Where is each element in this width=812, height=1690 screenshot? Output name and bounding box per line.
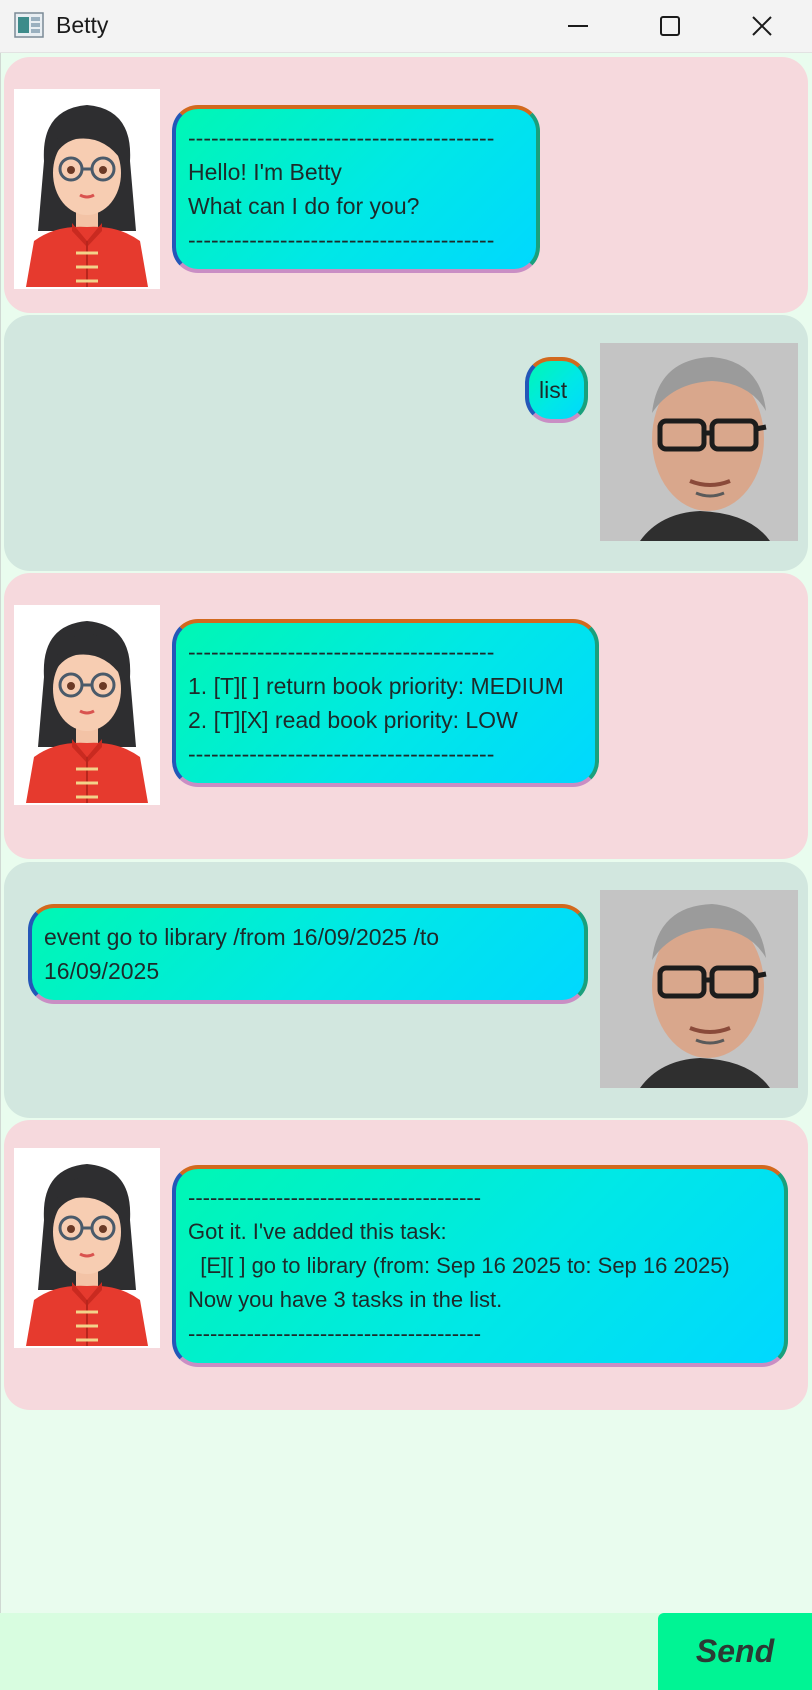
bot-message-row: ----------------------------------------… — [4, 573, 808, 859]
user-avatar — [600, 890, 798, 1088]
bot-message-row: ----------------------------------------… — [4, 1120, 808, 1410]
close-button[interactable] — [732, 4, 792, 48]
send-button[interactable]: Send — [658, 1613, 812, 1690]
minimize-button[interactable] — [548, 4, 608, 48]
window-title: Betty — [56, 12, 109, 38]
input-bar: Send — [0, 1613, 812, 1690]
message-text: ---------------------------------------- — [188, 125, 495, 151]
chat-scroll-area[interactable]: ----------------------------------------… — [0, 53, 812, 1613]
user-message-bubble: event go to library /from 16/09/2025 /to… — [28, 904, 588, 1004]
message-text: [E][ ] go to library (from: Sep 16 2025 … — [188, 1253, 730, 1278]
message-text: ---------------------------------------- — [188, 1321, 482, 1346]
user-message-row: event go to library /from 16/09/2025 /to… — [4, 862, 808, 1118]
bot-message-bubble: ----------------------------------------… — [172, 619, 599, 787]
message-text: event go to library /from 16/09/2025 /to — [44, 924, 440, 950]
message-text: 2. [T][X] read book priority: LOW — [188, 707, 518, 733]
bot-avatar — [14, 1148, 160, 1348]
maximize-button[interactable] — [640, 4, 700, 48]
user-avatar — [600, 343, 798, 541]
user-message-row: list — [4, 315, 808, 571]
close-icon — [752, 16, 772, 36]
minimize-icon — [568, 25, 588, 27]
user-message-bubble: list — [525, 357, 588, 423]
bot-avatar — [14, 89, 160, 289]
bot-message-bubble: ----------------------------------------… — [172, 1165, 788, 1367]
message-text: ---------------------------------------- — [188, 227, 495, 253]
message-text: Got it. I've added this task: — [188, 1219, 447, 1244]
message-text: What can I do for you? — [188, 193, 420, 219]
message-text: ---------------------------------------- — [188, 741, 495, 767]
message-text: Now you have 3 tasks in the list. — [188, 1287, 503, 1312]
message-text: 1. [T][ ] return book priority: MEDIUM — [188, 673, 564, 699]
title-bar: Betty — [0, 0, 812, 53]
message-text: ---------------------------------------- — [188, 1185, 482, 1210]
message-input[interactable] — [0, 1613, 658, 1690]
bot-avatar — [14, 605, 160, 805]
message-text: ---------------------------------------- — [188, 639, 495, 665]
bot-message-row: ----------------------------------------… — [4, 57, 808, 313]
message-text: list — [539, 377, 568, 403]
message-text: 16/09/2025 — [44, 958, 160, 984]
app-icon — [14, 12, 44, 38]
maximize-icon — [660, 16, 680, 36]
bot-message-bubble: ----------------------------------------… — [172, 105, 540, 273]
message-text: Hello! I'm Betty — [188, 159, 342, 185]
